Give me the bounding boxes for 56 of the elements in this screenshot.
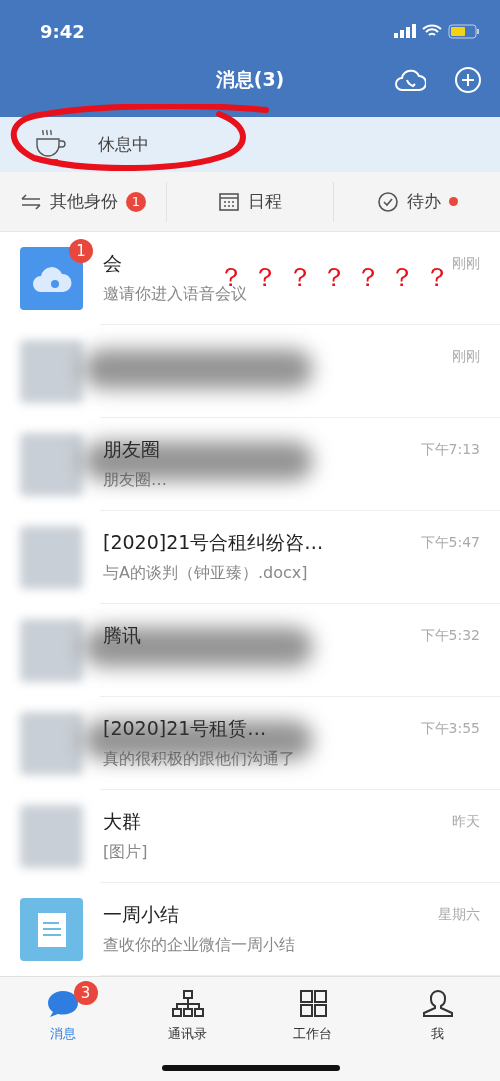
message-time: 下午5:47: [420, 533, 480, 552]
blurred-avatar: [20, 712, 83, 776]
message-time: 下午7:13: [420, 440, 480, 459]
conversation-title: 一周小结: [103, 901, 179, 927]
message-preview: 真的很积极的跟他们沟通了: [103, 749, 295, 771]
message-time: 刚刚: [452, 254, 480, 273]
conversation-title: [2020]21号租赁…: [103, 715, 267, 741]
coffee-cup-icon: [34, 127, 68, 162]
message-preview: 查收你的企业微信一周小结: [103, 935, 295, 957]
message-preview: 与A的谈判（钟亚臻）.docx]: [103, 563, 308, 585]
message-preview: [图片]: [103, 842, 148, 864]
document-icon: [37, 912, 66, 947]
tab-bar-item[interactable]: 我: [375, 979, 500, 1048]
calendar-icon: [218, 190, 240, 213]
shortcut-tab[interactable]: 日程: [166, 181, 333, 222]
header-title: 消息(3): [215, 67, 285, 93]
conversation-row[interactable]: 腾讯 下午5:32: [0, 604, 500, 698]
count-badge: 1: [126, 191, 146, 212]
conversation-row[interactable]: 大群 昨天 [图片]: [0, 790, 500, 884]
message-time: 昨天: [452, 812, 480, 831]
shortcut-tab[interactable]: 待办: [333, 181, 500, 222]
conversation-row[interactable]: [2020]21号租赁… 下午3:55 真的很积极的跟他们沟通了: [0, 697, 500, 791]
conversation-title: 朋友圈: [103, 436, 160, 462]
signal-icon: [394, 24, 416, 38]
status-text: 休息中: [98, 133, 149, 157]
conversation-title: 大群: [103, 808, 141, 834]
blurred-avatar: [20, 619, 83, 683]
conversation-title: 会: [103, 250, 122, 276]
blurred-avatar: [20, 433, 83, 497]
wifi-icon: [422, 24, 442, 38]
message-time: 下午5:32: [420, 626, 480, 645]
conversation-row[interactable]: 朋友圈 下午7:13 朋友圈…: [0, 418, 500, 512]
shortcut-tab[interactable]: 其他身份 1: [0, 181, 166, 222]
conversation-title: [2020]21号合租纠纷咨…: [103, 529, 324, 555]
status-time: 9:42: [40, 20, 85, 42]
conversation-title: 腾讯: [103, 622, 141, 648]
org-chart-icon: [170, 989, 205, 1020]
message-time: 下午3:55: [420, 719, 480, 738]
message-time: 刚刚: [452, 347, 480, 366]
message-time: 星期六: [438, 905, 480, 924]
tab-bar-item[interactable]: 工作台: [250, 979, 375, 1048]
tab-bar-item[interactable]: 通讯录: [125, 979, 250, 1048]
unread-badge: 3: [73, 981, 98, 1006]
conversation-row[interactable]: [2020]21号合租纠纷咨… 下午5:47 与A的谈判（钟亚臻）.docx]: [0, 511, 500, 605]
battery-icon: [448, 23, 480, 39]
chat-bubble-icon: [45, 989, 80, 1020]
unread-badge: 1: [69, 239, 93, 264]
blurred-avatar: [20, 340, 83, 404]
add-button[interactable]: [454, 66, 482, 95]
conversation-row[interactable]: 一周小结 星期六 查收你的企业微信一周小结: [0, 883, 500, 977]
message-preview: 朋友圈…: [103, 470, 167, 492]
check-circle-icon: [376, 190, 399, 213]
blurred-avatar: [20, 526, 83, 590]
person-icon: [420, 989, 455, 1020]
tab-bar-item[interactable]: 3 消息: [0, 979, 125, 1048]
blurred-avatar: [20, 805, 83, 869]
